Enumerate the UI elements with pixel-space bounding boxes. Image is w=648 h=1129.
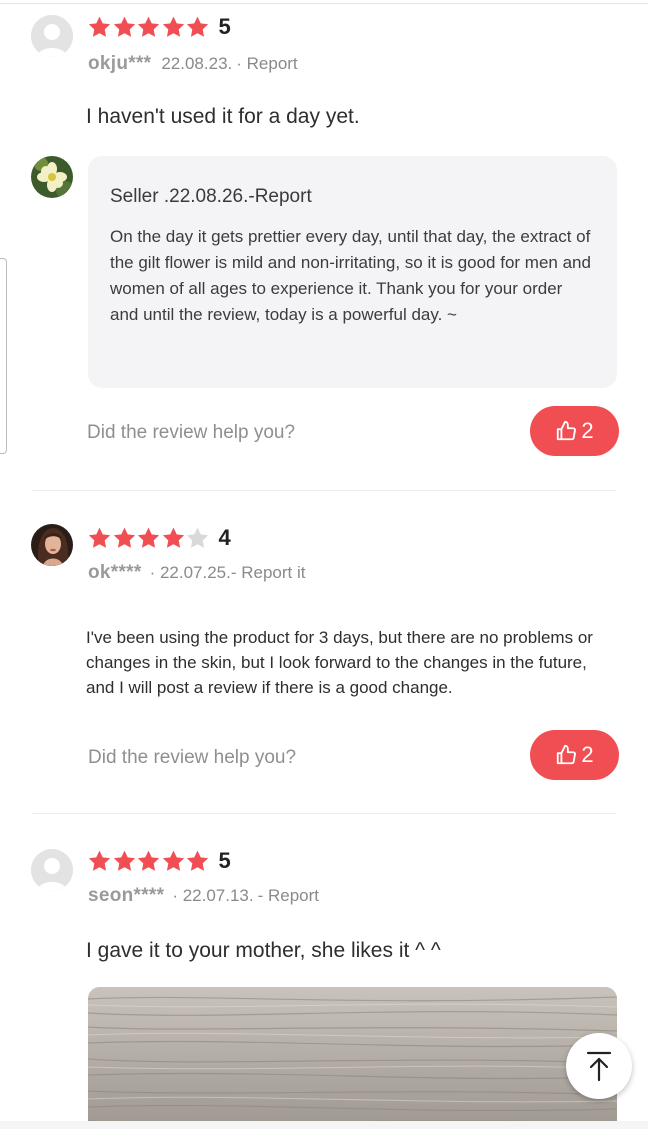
review-text: I've been using the product for 3 days, … — [86, 628, 593, 697]
top-divider — [0, 3, 648, 4]
review-date: · 22.07.13. — [172, 886, 254, 905]
username[interactable]: ok**** — [88, 562, 142, 584]
username[interactable]: seon**** — [88, 885, 164, 907]
star-filled-icon — [186, 850, 209, 871]
seller-reply: Seller .22.08.26.-Report On the day it g… — [88, 156, 617, 388]
star-filled-icon — [162, 16, 184, 37]
rating-score: 4 — [218, 525, 231, 550]
review-meta: ok**** · 22.07.25. - Report it — [88, 562, 305, 584]
review-divider — [32, 490, 616, 491]
helpful-question: Did the review help you? — [88, 747, 297, 768]
review-text: I haven't used it for a day yet. — [86, 105, 360, 128]
star-rating: 5 — [87, 848, 231, 874]
avatar[interactable] — [31, 524, 73, 566]
username[interactable]: okju*** — [88, 53, 151, 75]
review-divider — [32, 813, 616, 814]
scroll-edge-handle[interactable] — [0, 258, 7, 454]
report-link[interactable]: · Report — [236, 54, 297, 74]
thumbs-up-icon — [557, 744, 577, 765]
star-filled-icon — [186, 16, 209, 37]
review-meta: okju*** 22.08.23. · Report — [88, 53, 298, 75]
seller-reply-text: On the day it gets prettier every day, u… — [110, 227, 591, 324]
review-text: I gave it to your mother, she likes it ^… — [86, 939, 441, 962]
thumbs-up-icon — [557, 420, 577, 441]
bottom-bar — [0, 1121, 648, 1129]
star-rating: 4 — [87, 525, 231, 551]
star-filled-icon — [137, 16, 160, 37]
like-count: 2 — [581, 742, 594, 767]
helpful-question: Did the review help you? — [87, 422, 296, 443]
star-filled-icon — [113, 850, 135, 871]
arrow-up-to-top-icon — [586, 1051, 612, 1082]
star-filled-icon — [88, 527, 111, 548]
review-date: 22.08.23. — [161, 54, 233, 73]
like-button[interactable]: 2 — [530, 730, 619, 780]
seller-reply-header: Seller .22.08.26.-Report — [110, 186, 312, 207]
rating-score: 5 — [218, 848, 231, 873]
avatar[interactable] — [31, 15, 73, 57]
rating-score: 5 — [218, 14, 231, 39]
report-link[interactable]: - Report — [258, 886, 319, 906]
back-to-top-button[interactable] — [566, 1033, 632, 1099]
like-button[interactable]: 2 — [530, 406, 619, 456]
star-filled-icon — [113, 527, 135, 548]
star-empty-icon — [186, 527, 209, 548]
star-filled-icon — [137, 527, 160, 548]
like-count: 2 — [581, 418, 594, 443]
star-filled-icon — [162, 850, 184, 871]
report-link[interactable]: - Report it — [231, 563, 306, 583]
review-photo[interactable] — [88, 987, 617, 1129]
seller-avatar[interactable] — [31, 156, 73, 198]
star-rating: 5 — [87, 14, 231, 40]
star-filled-icon — [88, 16, 111, 37]
avatar[interactable] — [31, 849, 73, 891]
star-filled-icon — [137, 850, 160, 871]
review-date: · 22.07.25. — [149, 563, 231, 582]
review-meta: seon**** · 22.07.13. - Report — [88, 885, 319, 907]
star-filled-icon — [88, 850, 111, 871]
star-filled-icon — [162, 527, 184, 548]
star-filled-icon — [113, 16, 135, 37]
